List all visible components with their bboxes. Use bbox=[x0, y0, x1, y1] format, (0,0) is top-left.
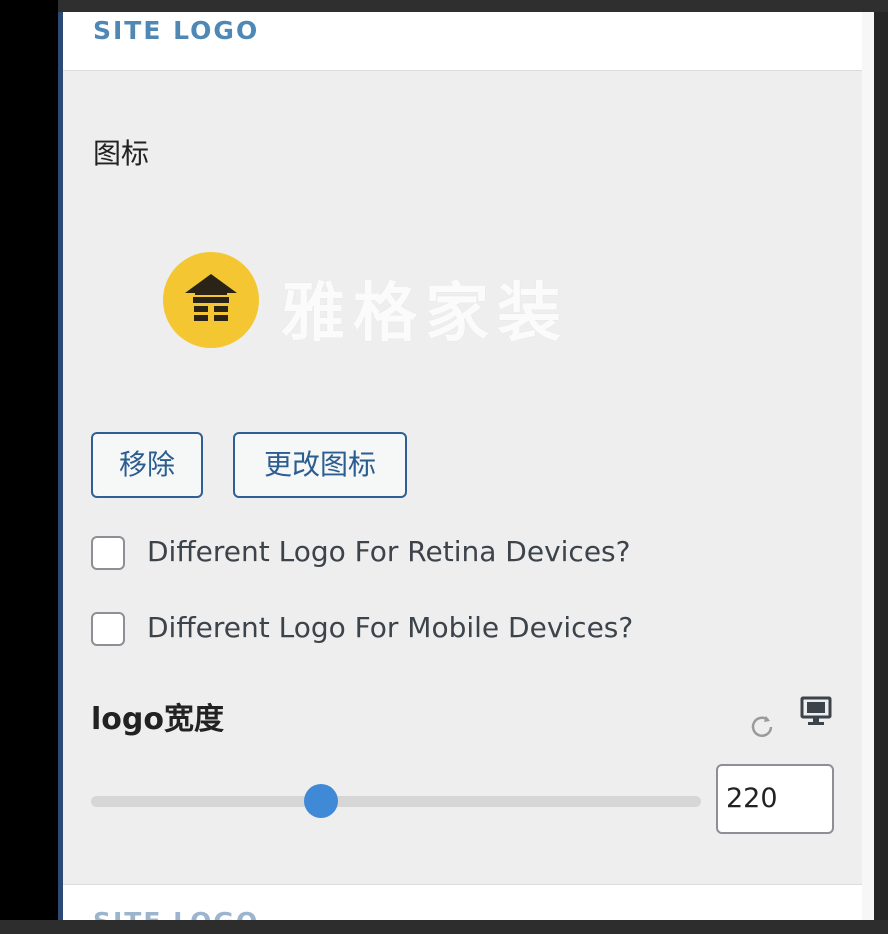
customizer-panel: SITE LOGO 图标 雅格家装 移除 更改图标 Different Logo… bbox=[58, 12, 874, 920]
remove-logo-button[interactable]: 移除 bbox=[91, 432, 203, 498]
left-frame bbox=[0, 0, 58, 934]
logo-width-slider-track[interactable] bbox=[91, 796, 701, 807]
logo-preview: 雅格家装 bbox=[163, 252, 633, 352]
reset-icon[interactable] bbox=[747, 712, 777, 742]
logo-badge bbox=[163, 252, 259, 348]
logo-width-label: logo宽度 bbox=[91, 702, 224, 737]
right-gutter bbox=[862, 12, 874, 920]
logo-wordmark: 雅格家装 bbox=[281, 277, 569, 351]
section-header: SITE LOGO bbox=[63, 12, 867, 71]
change-logo-button[interactable]: 更改图标 bbox=[233, 432, 407, 498]
desktop-icon[interactable] bbox=[799, 696, 833, 728]
bottom-frame bbox=[0, 920, 888, 934]
mobile-logo-label: Different Logo For Mobile Devices? bbox=[147, 611, 634, 644]
next-section-title: SITE LOGO bbox=[93, 907, 259, 920]
logo-width-slider-thumb[interactable] bbox=[304, 784, 338, 818]
retina-logo-label: Different Logo For Retina Devices? bbox=[147, 535, 631, 568]
section-title: SITE LOGO bbox=[93, 16, 260, 45]
mobile-logo-checkbox[interactable] bbox=[91, 612, 125, 646]
logo-width-input[interactable]: 220 bbox=[716, 764, 834, 834]
top-frame bbox=[58, 0, 888, 12]
next-section-header[interactable]: SITE LOGO bbox=[63, 884, 867, 920]
house-icon bbox=[185, 274, 237, 322]
retina-logo-checkbox[interactable] bbox=[91, 536, 125, 570]
logo-control-label: 图标 bbox=[93, 137, 150, 170]
